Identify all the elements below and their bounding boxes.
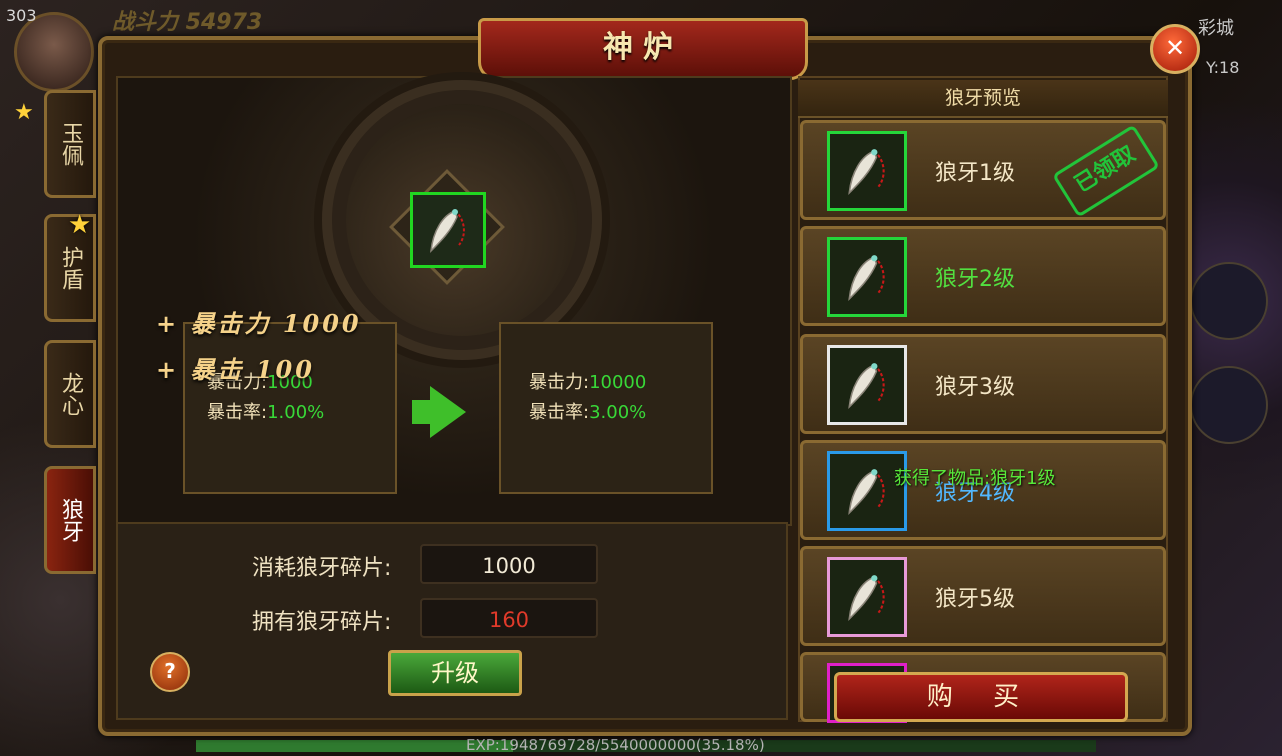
tab-dragon-heart[interactable]: 龙心 xyxy=(44,340,96,448)
tab-wolf-fang[interactable]: 狼牙 xyxy=(44,466,96,574)
next-stat-line: 暴击率:3.00% xyxy=(529,402,647,423)
combat-power: 战斗力 54973 xyxy=(112,10,263,35)
item-slot[interactable] xyxy=(827,345,907,425)
city-name: 彩城 xyxy=(1198,18,1234,39)
preview-row[interactable]: 狼牙5级 xyxy=(800,546,1166,646)
preview-row-label: 狼牙2级 xyxy=(935,267,1015,292)
preview-row[interactable]: 狼牙2级 xyxy=(800,226,1166,326)
wolf-fang-icon xyxy=(848,149,885,196)
star-icon: ★ xyxy=(68,210,92,240)
preview-row-label: 狼牙3级 xyxy=(935,375,1015,400)
star-icon: ★ xyxy=(14,100,34,125)
wolf-fang-icon xyxy=(430,209,465,254)
current-stat-line: 暴击率:1.00% xyxy=(207,402,325,423)
preview-row-label: 狼牙1级 xyxy=(935,161,1015,186)
tab-jade[interactable]: 玉佩 xyxy=(44,90,96,198)
preview-row[interactable]: 狼牙3级 xyxy=(800,334,1166,434)
preview-row-label: 狼牙5级 xyxy=(935,587,1015,612)
help-button[interactable]: ? xyxy=(150,652,190,692)
stat-gain-line: + 暴击力 1000 xyxy=(156,309,362,338)
buy-button[interactable]: 购 买 xyxy=(834,672,1128,722)
preview-header: 狼牙预览 xyxy=(798,80,1168,118)
item-slot[interactable] xyxy=(827,451,907,531)
owned-label: 拥有狼牙碎片: xyxy=(252,610,392,635)
wolf-fang-icon xyxy=(848,255,885,302)
player-level: 303 xyxy=(6,6,37,25)
next-stat-line: 暴击力:10000 xyxy=(529,372,647,393)
title-plate: 神炉 xyxy=(478,18,808,80)
coordinate-y: Y:18 xyxy=(1206,58,1240,77)
upgrade-button[interactable]: 升级 xyxy=(388,650,522,696)
current-stats-box: 暴击力:1000 暴击率:1.00% xyxy=(183,322,397,494)
skill-orb[interactable] xyxy=(1190,262,1268,340)
item-slot[interactable] xyxy=(827,557,907,637)
item-obtained-toast: 获得了物品:狼牙1级 xyxy=(894,468,1056,489)
close-button[interactable]: ✕ xyxy=(1150,24,1200,74)
wolf-fang-icon xyxy=(848,575,885,622)
upgrade-arrow-icon xyxy=(430,386,466,438)
stat-gain-line: + 暴击 100 xyxy=(156,355,315,384)
wolf-fang-icon xyxy=(848,363,885,410)
next-stats-box: 暴击力:10000 暴击率:3.00% xyxy=(499,322,713,494)
forge-item-slot[interactable] xyxy=(410,192,486,268)
exp-text: EXP:1948769728/5540000000(35.18%) xyxy=(466,736,765,754)
preview-row[interactable]: 狼牙4级 xyxy=(800,440,1166,540)
item-slot[interactable] xyxy=(827,237,907,317)
cost-value: 1000 xyxy=(420,544,598,584)
wolf-fang-icon xyxy=(848,469,885,516)
skill-orb[interactable] xyxy=(1190,366,1268,444)
item-slot[interactable] xyxy=(827,131,907,211)
window-title: 神炉 xyxy=(603,30,683,65)
cost-label: 消耗狼牙碎片: xyxy=(252,556,392,581)
owned-value: 160 xyxy=(420,598,598,638)
